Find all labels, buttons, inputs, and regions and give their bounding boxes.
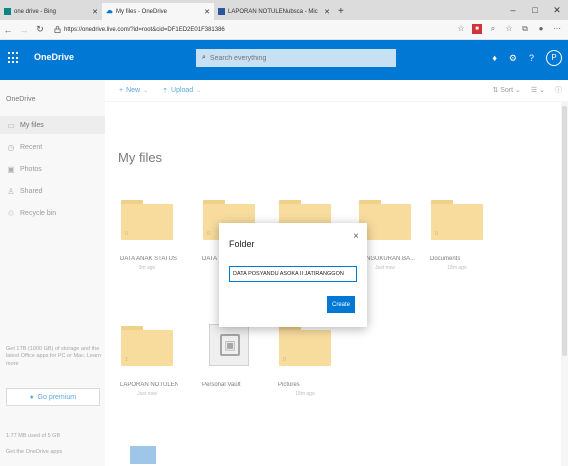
window-controls: – □ ✕ <box>502 0 568 20</box>
bing-icon <box>4 8 11 15</box>
forward-arrow-icon[interactable]: → <box>16 25 32 35</box>
url-field[interactable]: https://onedrive.live.com/?id=root&cid=D… <box>54 26 225 33</box>
search-icon[interactable]: ⌕ <box>488 24 498 34</box>
close-icon[interactable]: ✕ <box>324 8 330 16</box>
new-tab-button[interactable]: + <box>334 3 350 20</box>
lock-icon <box>54 26 61 33</box>
favorites-icon[interactable]: ☆ <box>504 24 514 34</box>
browser-tab-strip: one drive - Bing ✕ My files - OneDrive ✕… <box>0 0 568 20</box>
new-folder-dialog: Folder × Create <box>219 223 367 327</box>
address-bar-icons: ☆ ■ ⌕ ☆ ⧉ ● ⋯ <box>456 24 562 34</box>
premium-diamond-icon[interactable]: ♦ <box>492 53 497 63</box>
search-icon: ⌕ <box>202 54 206 61</box>
tab-label: one drive - Bing <box>14 8 57 15</box>
tab-label: LAPORAN NOTULENubsca - Mic <box>228 8 318 15</box>
folder-name-input[interactable] <box>229 266 357 282</box>
close-icon[interactable]: × <box>353 231 359 242</box>
word-icon <box>218 8 225 15</box>
maximize-button[interactable]: □ <box>524 0 546 20</box>
onedrive-header: OneDrive ⌕ ♦ ⚙ ? P <box>0 40 568 80</box>
profile-icon[interactable]: ● <box>536 24 546 34</box>
tab-label: My files - OneDrive <box>116 8 168 15</box>
favorite-star-icon[interactable]: ☆ <box>456 24 466 34</box>
browser-tab-bing[interactable]: one drive - Bing ✕ <box>0 3 102 20</box>
header-actions: ♦ ⚙ ? P <box>492 50 562 66</box>
onedrive-cloud-icon <box>106 9 113 14</box>
back-arrow-icon[interactable]: ← <box>0 25 16 35</box>
url-text: https://onedrive.live.com/?id=root&cid=D… <box>64 26 225 33</box>
app-name[interactable]: OneDrive <box>34 52 74 62</box>
browser-tab-word[interactable]: LAPORAN NOTULENubsca - Mic ✕ <box>214 3 334 20</box>
minimize-button[interactable]: – <box>502 0 524 20</box>
app-launcher-icon[interactable] <box>8 52 20 64</box>
close-icon[interactable]: ✕ <box>204 8 210 16</box>
search-input[interactable] <box>209 54 380 62</box>
search-box[interactable]: ⌕ <box>196 49 396 67</box>
help-icon[interactable]: ? <box>529 53 534 63</box>
create-button[interactable]: Create <box>327 296 355 313</box>
collections-icon[interactable]: ⧉ <box>520 24 530 34</box>
extension-icon[interactable]: ■ <box>472 24 482 34</box>
gear-icon[interactable]: ⚙ <box>509 53 517 64</box>
dialog-title: Folder <box>229 239 255 249</box>
refresh-icon[interactable]: ↻ <box>32 24 48 35</box>
more-icon[interactable]: ⋯ <box>552 24 562 34</box>
browser-tab-onedrive[interactable]: My files - OneDrive ✕ <box>102 3 214 20</box>
address-bar: ← → ↻ https://onedrive.live.com/?id=root… <box>0 20 568 40</box>
close-window-button[interactable]: ✕ <box>546 0 568 20</box>
avatar[interactable]: P <box>546 50 562 66</box>
close-icon[interactable]: ✕ <box>92 8 98 16</box>
